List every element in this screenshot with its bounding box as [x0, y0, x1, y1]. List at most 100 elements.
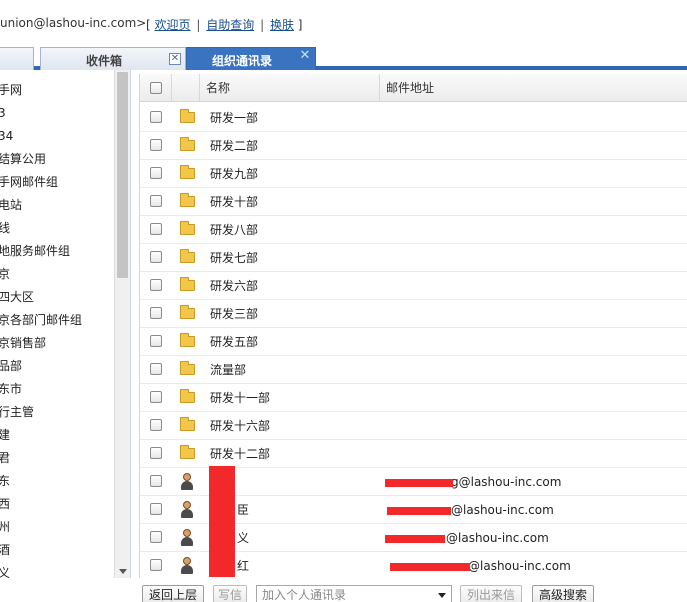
row-checkbox[interactable]	[150, 475, 162, 487]
table-row[interactable]: 研发六部	[140, 272, 687, 300]
contact-email[interactable]: g@lashou-inc.com	[451, 468, 561, 496]
table-row[interactable]: 研发十部	[140, 188, 687, 216]
close-icon[interactable]: ✕	[299, 49, 311, 63]
row-checkbox[interactable]	[150, 363, 162, 375]
org-tree-item[interactable]: 酒	[0, 539, 82, 562]
add-to-contacts-select[interactable]: 加入个人通讯录	[256, 585, 452, 602]
tab-inbox[interactable]: 收件箱 ✕	[40, 47, 186, 70]
org-tree-item[interactable]: 京销售部	[0, 332, 82, 355]
table-row[interactable]: 研发一部	[140, 104, 687, 132]
column-name[interactable]: 名称	[200, 74, 380, 102]
folder-icon	[180, 277, 195, 291]
table-row[interactable]: 研发九部	[140, 160, 687, 188]
row-checkbox[interactable]	[150, 447, 162, 459]
row-checkbox[interactable]	[150, 195, 162, 207]
row-checkbox[interactable]	[150, 419, 162, 431]
org-tree-item[interactable]: 手网邮件组	[0, 171, 82, 194]
table-row[interactable]: 研发五部	[140, 328, 687, 356]
row-checkbox[interactable]	[150, 111, 162, 123]
department-name[interactable]: 研发三部	[210, 300, 258, 328]
contact-email[interactable]: @lashou-inc.com	[451, 496, 554, 524]
list-mails-button[interactable]: 列出来信	[460, 585, 522, 602]
org-tree-item[interactable]: 结算公用	[0, 148, 82, 171]
table-row[interactable]: 流量部	[140, 356, 687, 384]
row-checkbox[interactable]	[150, 167, 162, 179]
tab-org-directory[interactable]: 组织通讯录 ✕	[186, 47, 316, 70]
org-tree-item[interactable]: 34	[0, 125, 82, 148]
department-name[interactable]: 研发十一部	[210, 384, 270, 412]
department-name[interactable]: 研发六部	[210, 272, 258, 300]
row-checkbox[interactable]	[150, 223, 162, 235]
department-name[interactable]: 流量部	[210, 356, 246, 384]
org-tree-item[interactable]: 行主管	[0, 401, 82, 424]
contact-email[interactable]: @lashou-inc.com	[446, 524, 549, 552]
column-email[interactable]: 邮件地址	[380, 74, 687, 102]
row-checkbox[interactable]	[150, 139, 162, 151]
row-checkbox[interactable]	[150, 391, 162, 403]
org-tree-item[interactable]: 京各部门邮件组	[0, 309, 82, 332]
folder-icon	[180, 221, 195, 235]
org-tree-item[interactable]: 东	[0, 470, 82, 493]
table-row[interactable]: 研发十一部	[140, 384, 687, 412]
department-name[interactable]: 研发五部	[210, 328, 258, 356]
row-checkbox[interactable]	[150, 503, 162, 515]
org-tree-item[interactable]: 线	[0, 217, 82, 240]
org-tree-list: 手网334结算公用手网邮件组电站线地服务邮件组京四大区京各部门邮件组京销售部品部…	[0, 79, 82, 578]
advanced-search-button[interactable]: 高级搜索	[532, 585, 594, 602]
org-tree-item[interactable]: 君	[0, 447, 82, 470]
welcome-link[interactable]: 欢迎页	[155, 18, 191, 32]
redaction-block	[387, 507, 451, 515]
table-row[interactable]: 研发十六部	[140, 412, 687, 440]
org-tree-item[interactable]: 3	[0, 102, 82, 125]
table-row[interactable]: 研发三部	[140, 300, 687, 328]
table-row[interactable]: 研发七部	[140, 244, 687, 272]
select-all-checkbox[interactable]	[150, 82, 162, 94]
table-row[interactable]: 研发十二部	[140, 440, 687, 468]
scrollbar-thumb[interactable]	[117, 72, 128, 278]
department-name[interactable]: 研发十六部	[210, 412, 270, 440]
contact-name[interactable]: 臣	[237, 496, 249, 524]
department-name[interactable]: 研发八部	[210, 216, 258, 244]
change-skin-link[interactable]: 换肤	[270, 18, 294, 32]
contact-name[interactable]: 红	[237, 552, 249, 578]
org-tree-item[interactable]: 东市	[0, 378, 82, 401]
table-row[interactable]: 红 @lashou-inc.com	[140, 549, 687, 578]
org-tree-item[interactable]: 建	[0, 424, 82, 447]
department-name[interactable]: 研发十部	[210, 188, 258, 216]
self-service-link[interactable]: 自助查询	[206, 18, 254, 32]
row-checkbox[interactable]	[150, 251, 162, 263]
row-checkbox[interactable]	[150, 335, 162, 347]
org-tree-item[interactable]: 手网	[0, 79, 82, 102]
tab-partial[interactable]	[0, 47, 34, 70]
write-mail-button[interactable]: 写信	[213, 585, 247, 602]
org-tree-item[interactable]: 京	[0, 263, 82, 286]
table-row[interactable]: 研发二部	[140, 132, 687, 160]
table-row[interactable]: 臣 @lashou-inc.com	[140, 493, 687, 525]
row-checkbox[interactable]	[150, 559, 162, 571]
table-row[interactable]: 研发八部	[140, 216, 687, 244]
back-button[interactable]: 返回上层	[142, 585, 204, 602]
close-icon[interactable]: ✕	[169, 53, 181, 65]
org-tree-item[interactable]: 品部	[0, 355, 82, 378]
contact-name[interactable]: 义	[237, 524, 249, 552]
row-checkbox[interactable]	[150, 307, 162, 319]
org-tree-item[interactable]: 州	[0, 516, 82, 539]
row-checkbox[interactable]	[150, 279, 162, 291]
org-tree-item[interactable]: 地服务邮件组	[0, 240, 82, 263]
sidebar-scrollbar[interactable]	[114, 70, 130, 578]
row-checkbox[interactable]	[150, 531, 162, 543]
org-tree-item[interactable]: 西	[0, 493, 82, 516]
org-tree-item[interactable]: 义	[0, 562, 82, 578]
department-name[interactable]: 研发二部	[210, 132, 258, 160]
table-row[interactable]: 义 @lashou-inc.com	[140, 521, 687, 553]
department-name[interactable]: 研发九部	[210, 160, 258, 188]
department-name[interactable]: 研发七部	[210, 244, 258, 272]
department-name[interactable]: 研发一部	[210, 104, 258, 132]
contact-email[interactable]: @lashou-inc.com	[468, 552, 571, 578]
org-tree-item[interactable]: 四大区	[0, 286, 82, 309]
scroll-down-icon[interactable]	[119, 569, 127, 574]
directory-table: 名称 邮件地址 研发一部 研发二部 研发九部 研发十部 研发八部 研发七部 研发六部 研发三部…	[139, 74, 687, 578]
table-row[interactable]: g@lashou-inc.com	[140, 466, 687, 498]
department-name[interactable]: 研发十二部	[210, 440, 270, 468]
org-tree-item[interactable]: 电站	[0, 194, 82, 217]
